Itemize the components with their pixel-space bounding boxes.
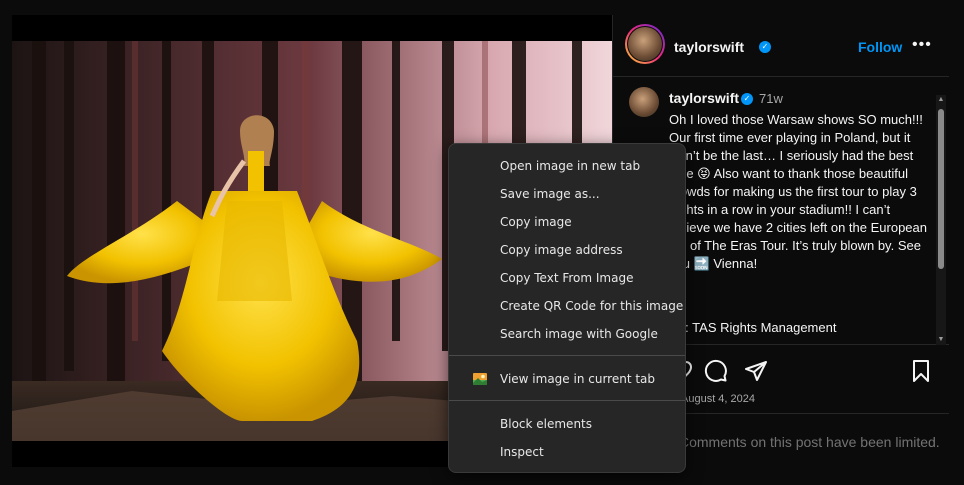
menu-item-search-image-google[interactable]: Search image with Google <box>449 320 685 348</box>
menu-divider <box>449 400 685 401</box>
post-time[interactable]: 71w <box>759 91 783 106</box>
follow-button[interactable]: Follow <box>858 39 902 55</box>
photo-credit: 📷: TAS Rights Management <box>669 320 837 335</box>
menu-item-label: Block elements <box>500 417 593 431</box>
share-icon[interactable] <box>744 359 768 383</box>
menu-item-label: Search image with Google <box>500 327 658 341</box>
caption-scrollbar[interactable]: ▲ ▼ <box>936 95 946 345</box>
more-options-icon[interactable]: ••• <box>912 36 932 54</box>
avatar[interactable] <box>629 87 659 117</box>
menu-item-label: Create QR Code for this image <box>500 299 684 313</box>
context-menu: Open image in new tab Save image as... C… <box>448 143 686 473</box>
scroll-up-icon[interactable]: ▲ <box>936 95 946 105</box>
caption-username[interactable]: taylorswift <box>669 90 739 106</box>
menu-item-label: Copy Text From Image <box>500 271 634 285</box>
menu-item-copy-image-address[interactable]: Copy image address <box>449 236 685 264</box>
avatar[interactable] <box>628 27 662 61</box>
menu-item-label: Copy image address <box>500 243 623 257</box>
menu-item-open-image-new-tab[interactable]: Open image in new tab <box>449 152 685 180</box>
menu-item-inspect[interactable]: Inspect <box>449 438 685 466</box>
verified-badge-icon: ✓ <box>759 41 771 53</box>
post-date[interactable]: August 4, 2024 <box>681 393 755 405</box>
story-ring[interactable] <box>625 24 665 64</box>
menu-item-label: Copy image <box>500 215 572 229</box>
post-header: taylorswift ✓ Follow ••• <box>613 15 949 77</box>
menu-item-save-image-as[interactable]: Save image as... <box>449 180 685 208</box>
menu-item-label: Save image as... <box>500 187 600 201</box>
menu-item-copy-image[interactable]: Copy image <box>449 208 685 236</box>
extension-image-icon <box>473 373 487 385</box>
comment-icon[interactable] <box>704 359 728 383</box>
scroll-down-icon[interactable]: ▼ <box>936 335 946 345</box>
menu-item-create-qr-code[interactable]: Create QR Code for this image <box>449 292 685 320</box>
menu-item-copy-text-from-image[interactable]: Copy Text From Image <box>449 264 685 292</box>
menu-divider <box>449 355 685 356</box>
username-link[interactable]: taylorswift <box>674 39 744 55</box>
bookmark-icon[interactable] <box>909 359 933 383</box>
menu-item-label: View image in current tab <box>500 372 656 386</box>
menu-item-label: Open image in new tab <box>500 159 641 173</box>
menu-item-label: Inspect <box>500 445 544 459</box>
menu-item-block-elements[interactable]: Block elements <box>449 410 685 438</box>
post-caption: Oh I loved those Warsaw shows SO much!!!… <box>669 112 928 271</box>
comments-limited-text: Comments on this post have been limited. <box>679 434 940 450</box>
verified-badge-icon: ✓ <box>741 93 753 105</box>
menu-item-view-image-current-tab[interactable]: View image in current tab <box>449 365 685 393</box>
scrollbar-thumb[interactable] <box>938 109 944 269</box>
